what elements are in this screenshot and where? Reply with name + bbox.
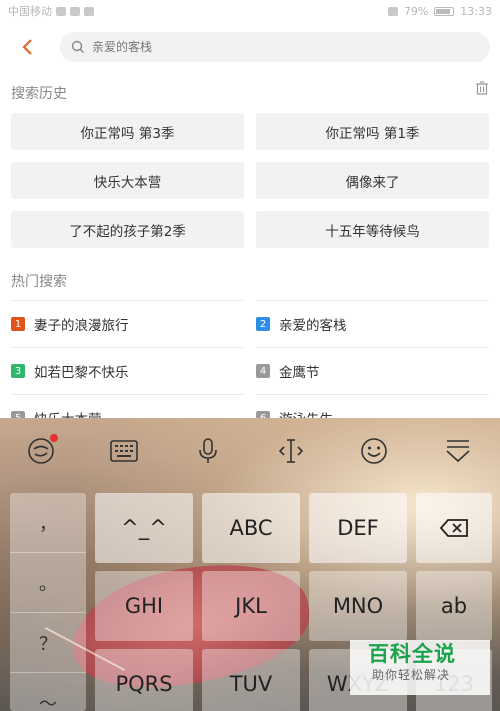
key-abc[interactable]: ABC <box>202 493 300 563</box>
tilde-key[interactable]: ～ <box>10 673 86 711</box>
history-chip[interactable]: 偶像来了 <box>256 162 489 199</box>
key-pqrs[interactable]: PQRS <box>95 649 193 711</box>
key-tuv[interactable]: TUV <box>202 649 300 711</box>
search-box[interactable] <box>60 32 490 62</box>
back-button[interactable] <box>16 36 38 58</box>
history-chip[interactable]: 你正常吗 第1季 <box>256 113 489 150</box>
hot-item[interactable]: 4 金鹰节 <box>256 347 489 394</box>
status-bar: 中国移动 79% 13:33 <box>0 0 500 22</box>
watermark-title: 百科全说 <box>368 642 456 666</box>
keyboard-icon <box>110 440 138 462</box>
microphone-icon <box>199 438 217 463</box>
symbol-column: ， 。 ？ ～ <box>10 493 86 711</box>
search-header <box>0 28 500 68</box>
case-key[interactable]: ab <box>416 571 492 641</box>
history-chip[interactable]: 十五年等待候鸟 <box>256 211 489 248</box>
backspace-key[interactable] <box>416 493 492 563</box>
trash-icon[interactable] <box>474 80 490 96</box>
battery-icon <box>434 6 455 16</box>
notification-icon <box>70 6 80 16</box>
collapse-keyboard-icon <box>446 440 470 463</box>
cursor-icon[interactable] <box>274 434 308 468</box>
key-ghi[interactable]: GHI <box>95 571 193 641</box>
collapse-keyboard-icon[interactable] <box>441 434 475 468</box>
rank-badge: 2 <box>256 317 270 331</box>
search-input[interactable] <box>92 40 452 54</box>
hot-item[interactable]: 3 如若巴黎不快乐 <box>11 347 244 394</box>
hot-item-label: 金鹰节 <box>279 365 320 381</box>
hot-title: 热门搜索 <box>11 274 67 290</box>
hot-item[interactable]: 2 亲爱的客栈 <box>256 300 489 347</box>
history-chip[interactable]: 了不起的孩子第2季 <box>11 211 244 248</box>
battery-percent: 79% <box>403 4 429 18</box>
keyboard-icon[interactable] <box>107 434 141 468</box>
emoji-icon <box>361 438 387 464</box>
carrier-label: 中国移动 <box>8 5 52 18</box>
microphone-icon[interactable] <box>191 434 225 468</box>
comma-key[interactable]: ， <box>10 493 86 553</box>
key-jkl[interactable]: JKL <box>202 571 300 641</box>
rank-badge: 1 <box>11 317 25 331</box>
watermark-subtitle: 助你轻松解决 <box>372 668 451 682</box>
cursor-icon <box>278 439 304 463</box>
notification-dot <box>50 434 58 442</box>
history-title: 搜索历史 <box>11 86 67 102</box>
history-chip[interactable]: 你正常吗 第3季 <box>11 113 244 150</box>
history-chip[interactable]: 快乐大本营 <box>11 162 244 199</box>
ifly-logo-icon[interactable] <box>24 434 58 468</box>
keyboard-toolbar <box>0 418 500 486</box>
hot-item-label: 亲爱的客栈 <box>279 318 347 334</box>
hot-item-label: 如若巴黎不快乐 <box>34 365 129 381</box>
period-key[interactable]: 。 <box>10 553 86 613</box>
notification-icon <box>84 6 94 16</box>
hot-item[interactable]: 1 妻子的浪漫旅行 <box>11 300 244 347</box>
chevron-left-icon <box>22 39 32 55</box>
search-icon <box>71 40 84 53</box>
key-mno[interactable]: MNO <box>309 571 407 641</box>
emoji-icon[interactable] <box>357 434 391 468</box>
wifi-icon <box>387 6 398 16</box>
rank-badge: 3 <box>11 364 25 378</box>
hot-item-label: 妻子的浪漫旅行 <box>34 318 129 334</box>
key-def[interactable]: DEF <box>309 493 407 563</box>
notification-icon <box>56 6 66 16</box>
question-key[interactable]: ？ <box>10 613 86 673</box>
clock: 13:33 <box>460 4 492 18</box>
backspace-icon <box>439 519 468 537</box>
key-emoticon[interactable]: ^_^ <box>95 493 193 563</box>
rank-badge: 4 <box>256 364 270 378</box>
